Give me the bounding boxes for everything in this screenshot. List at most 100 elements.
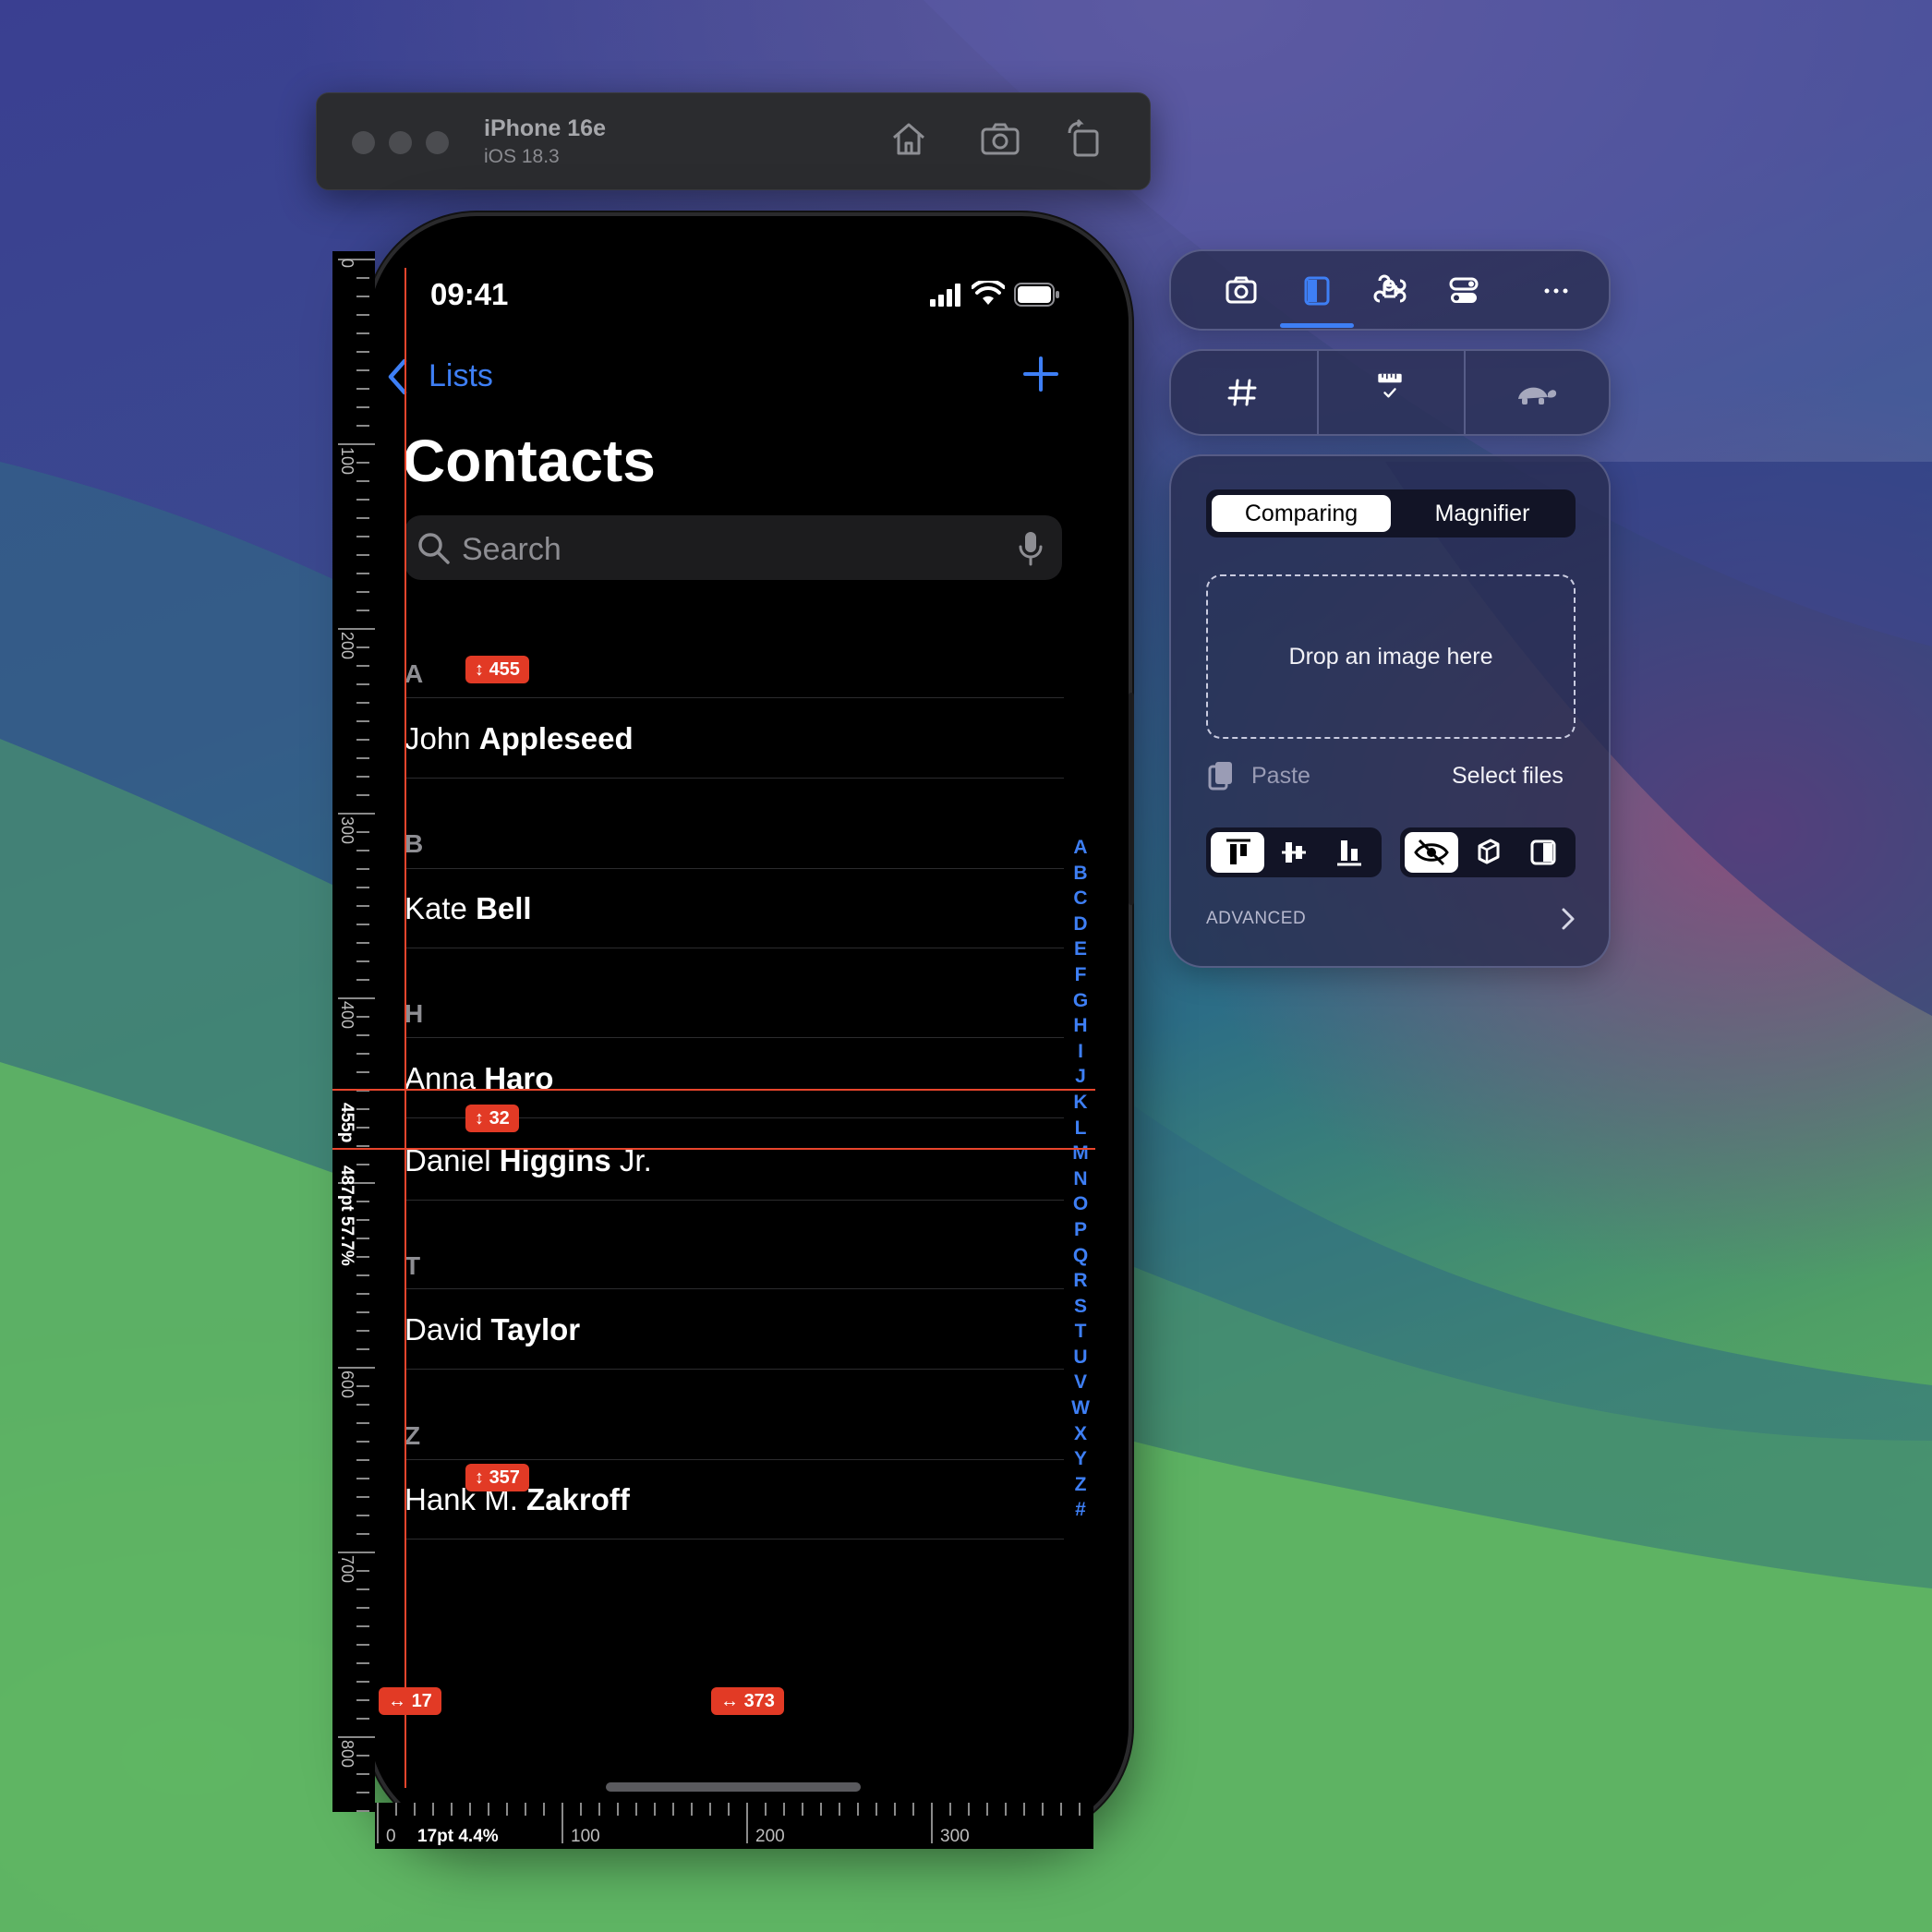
contact-row[interactable]: Anna Haro [405,1061,553,1096]
ruler-tick [356,425,369,427]
index-letter[interactable]: U [1071,1345,1090,1371]
index-letter[interactable]: F [1071,962,1090,988]
sidebar-compare-icon[interactable] [1299,273,1334,308]
select-files-button[interactable]: Select files [1452,763,1564,790]
ruler-icon[interactable] [1372,369,1407,405]
index-letter[interactable]: C [1071,886,1090,912]
search-input[interactable]: Search [462,532,561,568]
grid-icon[interactable] [1225,375,1260,410]
ruler-tick [338,443,375,445]
contact-row[interactable]: John Appleseed [405,721,634,756]
mode-segmented-control[interactable]: Comparing Magnifier [1206,489,1576,537]
screenshot-icon[interactable] [1225,273,1260,308]
ruler-tick [356,1459,369,1461]
window-zoom-button[interactable] [426,131,449,154]
ruler-tick [356,314,369,316]
index-letter[interactable]: Q [1071,1243,1090,1269]
vruler-measure-a: 455p [337,1103,356,1143]
index-letter[interactable]: R [1071,1268,1090,1294]
screenshot-icon[interactable] [979,118,1020,159]
index-letter[interactable]: B [1071,861,1090,887]
page-title: Contacts [403,428,656,494]
index-letter[interactable]: J [1071,1064,1090,1090]
more-icon[interactable] [1539,273,1574,308]
rotate-icon[interactable] [1064,118,1105,159]
ruler-tick [451,1803,453,1816]
ruler-tick [356,554,369,556]
index-letter[interactable]: A [1071,835,1090,861]
index-letter[interactable]: # [1071,1497,1090,1523]
index-letter[interactable]: E [1071,936,1090,962]
wifi-icon [972,281,1005,305]
chevron-left-icon[interactable] [386,358,410,395]
paste-button[interactable]: Paste [1251,763,1310,790]
home-indicator[interactable] [606,1782,861,1792]
ruler-tick [356,1219,369,1221]
index-letter[interactable]: D [1071,912,1090,937]
index-letter[interactable]: V [1071,1370,1090,1395]
vruler-label: 400 [338,1001,356,1030]
separator [405,1539,1064,1540]
segment-magnifier[interactable]: Magnifier [1395,495,1570,532]
measure-guide-horizontal [332,1089,1095,1091]
search-field[interactable]: Search [405,515,1062,580]
separator [405,1369,1064,1370]
align-center-icon[interactable] [1278,837,1310,868]
index-letter[interactable]: S [1071,1294,1090,1320]
index-letter[interactable]: I [1071,1039,1090,1065]
align-top-icon[interactable] [1223,837,1254,868]
layers-icon[interactable] [1472,837,1503,868]
index-letter[interactable]: Y [1071,1446,1090,1472]
eye-slash-icon[interactable] [1413,837,1450,868]
ruler-tick [820,1803,822,1816]
chevron-right-icon[interactable] [1557,905,1579,933]
ruler-tick [356,665,369,667]
turtle-icon[interactable] [1515,375,1559,410]
index-letter[interactable]: Z [1071,1472,1090,1498]
ruler-tick [356,979,369,981]
ruler-tick [617,1803,619,1816]
search-icon [418,533,450,564]
ruler-tick [356,1311,369,1313]
plus-icon[interactable] [1023,356,1058,392]
index-letter[interactable]: K [1071,1090,1090,1116]
window-close-button[interactable] [352,131,375,154]
index-letter[interactable]: G [1071,988,1090,1014]
back-button[interactable]: Lists [429,358,493,394]
hruler-measure: 17pt 4.4% [417,1827,499,1846]
vruler-measure-b: 487pt 57.7% [337,1165,356,1266]
ruler-tick [377,1803,379,1843]
index-letter[interactable]: T [1071,1319,1090,1345]
index-letter[interactable]: M [1071,1141,1090,1166]
image-drop-zone[interactable]: Drop an image here [1206,574,1576,739]
home-icon[interactable] [888,118,929,159]
command-icon[interactable] [1372,273,1407,308]
segment-comparing[interactable]: Comparing [1212,495,1391,532]
divider [1317,351,1319,434]
contact-row[interactable]: Kate Bell [405,891,532,926]
ruler-tick [356,720,369,722]
contact-row[interactable]: David Taylor [405,1312,580,1347]
index-letter[interactable]: L [1071,1116,1090,1141]
window-minimize-button[interactable] [389,131,412,154]
index-letter[interactable]: W [1071,1395,1090,1421]
toggles-icon[interactable] [1446,273,1481,308]
ruler-tick [356,1293,369,1295]
index-letter[interactable]: P [1071,1217,1090,1243]
vruler-label: 200 [338,632,356,660]
split-view-icon[interactable] [1527,837,1559,868]
index-letter[interactable]: O [1071,1191,1090,1217]
advanced-section[interactable]: ADVANCED [1206,909,1306,929]
side-button [1129,693,1134,905]
contact-last-name: Taylor [490,1312,581,1346]
ruler-tick [1079,1803,1081,1816]
index-letter[interactable]: X [1071,1421,1090,1447]
section-index-bar[interactable]: A B C D E F G H I J K L M N O P Q R S T U V W X Y Z # [1071,835,1090,1523]
ruler-tick [635,1803,637,1816]
ruler-tick [356,960,369,962]
align-bottom-icon[interactable] [1334,837,1365,868]
index-letter[interactable]: H [1071,1013,1090,1039]
index-letter[interactable]: N [1071,1166,1090,1192]
measure-badge-horizontal: ↔ 373 [711,1687,784,1715]
microphone-icon[interactable] [1018,530,1044,567]
